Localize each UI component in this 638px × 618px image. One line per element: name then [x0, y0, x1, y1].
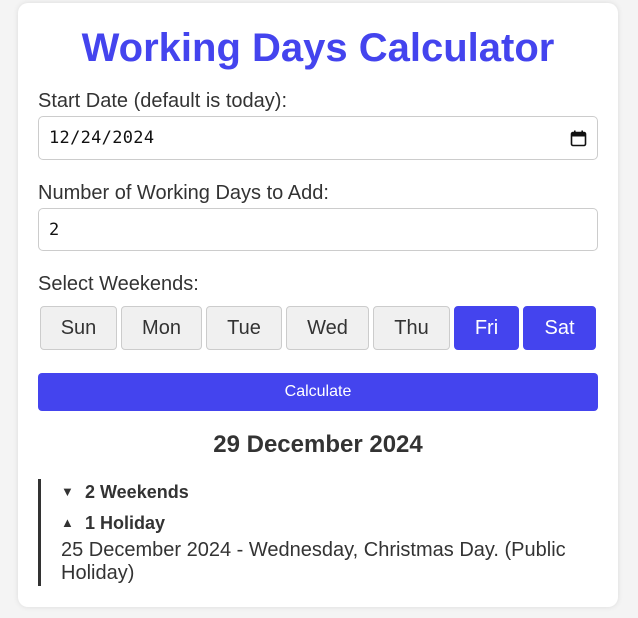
day-button-thu[interactable]: Thu: [373, 306, 450, 350]
result-date: 29 December 2024: [213, 431, 423, 458]
holiday-detail: 25 December 2024 - Wednesday, Christmas …: [61, 539, 566, 584]
start-date-input[interactable]: 12/24/2024: [38, 116, 598, 160]
weekends-summary-label: 2 Weekends: [85, 482, 189, 502]
calculator-card: Working Days Calculator Start Date (defa…: [18, 3, 618, 607]
weekend-selector: Sun Mon Tue Wed Thu Fri Sat: [38, 306, 598, 350]
day-button-sun[interactable]: Sun: [40, 306, 117, 350]
start-date-value: 12/24/2024: [49, 128, 155, 148]
expand-arrow-icon: ▲: [61, 515, 74, 530]
day-button-sat[interactable]: Sat: [523, 306, 596, 350]
weekends-summary[interactable]: ▼ 2 Weekends: [61, 481, 189, 503]
days-to-add-value: 2: [49, 219, 60, 240]
days-to-add-label: Number of Working Days to Add:: [38, 182, 329, 204]
page-title: Working Days Calculator: [81, 26, 555, 70]
start-date-label: Start Date (default is today):: [38, 90, 288, 112]
day-button-mon[interactable]: Mon: [121, 306, 202, 350]
calendar-icon[interactable]: [570, 130, 587, 147]
days-to-add-input[interactable]: 2: [38, 208, 598, 251]
weekends-label: Select Weekends:: [38, 273, 199, 295]
calculate-button[interactable]: Calculate: [38, 373, 598, 411]
result-details: ▼ 2 Weekends ▲ 1 Holiday 25 December 202…: [38, 479, 598, 586]
holiday-summary[interactable]: ▲ 1 Holiday: [61, 512, 165, 534]
day-button-tue[interactable]: Tue: [206, 306, 282, 350]
holiday-summary-label: 1 Holiday: [85, 513, 166, 533]
day-button-wed[interactable]: Wed: [286, 306, 369, 350]
collapse-arrow-icon: ▼: [61, 484, 74, 499]
day-button-fri[interactable]: Fri: [454, 306, 519, 350]
